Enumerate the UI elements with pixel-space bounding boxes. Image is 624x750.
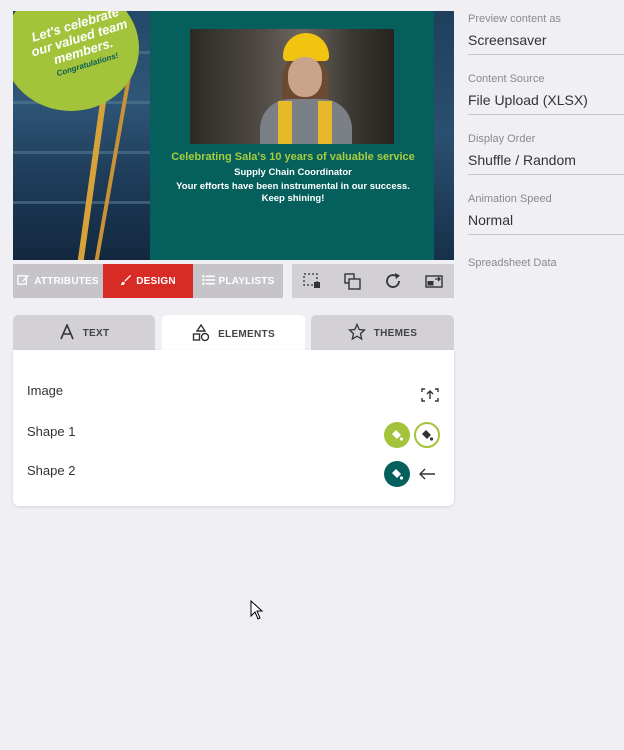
preview-role: Supply Chain Coordinator (234, 167, 352, 178)
swap-screen-icon[interactable] (422, 269, 446, 293)
element-row-image: Image (27, 383, 63, 398)
content-source-field: Content Source File Upload (XLSX) (468, 73, 624, 131)
tab-themes-label: THEMES (373, 327, 418, 339)
shapes-icon (192, 323, 210, 345)
tab-attributes-label: ATTRIBUTES (34, 275, 99, 287)
refresh-icon[interactable] (381, 269, 405, 293)
brush-icon (120, 274, 132, 289)
tab-elements-label: ELEMENTS (218, 328, 275, 340)
preview-message-line: Your efforts have been instrumental in o… (176, 181, 410, 192)
element-label: Image (27, 383, 64, 398)
tab-text[interactable]: TEXT (13, 315, 155, 351)
employee-photo (190, 29, 394, 144)
star-icon (347, 322, 366, 344)
arrow-left-icon[interactable] (414, 468, 440, 480)
field-label: Spreadsheet Data (468, 257, 557, 269)
elements-panel: Image Shape 1 Shape 2 (13, 350, 454, 506)
tab-design-label: DESIGN (136, 275, 176, 287)
tab-themes[interactable]: THEMES (311, 315, 454, 351)
settings-panel: Preview content as Screensaver Content S… (468, 11, 624, 315)
tab-attributes[interactable]: ATTRIBUTES (13, 264, 103, 298)
field-label: Display Order (468, 133, 536, 145)
fill-color-light-icon[interactable] (414, 422, 440, 448)
animation-speed-field: Animation Speed Normal (468, 193, 624, 251)
copy-icon[interactable] (341, 269, 365, 293)
element-tabs: TEXT ELEMENTS THEMES (13, 315, 454, 353)
element-shape-2-actions (384, 461, 440, 487)
preview-headline: Celebrating Sala's 10 years of valuable … (171, 151, 415, 163)
text-icon (59, 322, 75, 343)
fill-color-icon[interactable] (384, 461, 410, 487)
preview-message-line: Keep shining! (261, 193, 325, 204)
display-order-select[interactable]: Shuffle / Random (468, 147, 624, 175)
image-replace-icon[interactable] (420, 387, 440, 408)
field-label: Animation Speed (468, 193, 552, 205)
tab-playlists-label: PLAYLISTS (218, 275, 275, 287)
preview-content-field: Preview content as Screensaver (468, 13, 624, 71)
content-source-select[interactable]: File Upload (XLSX) (468, 87, 624, 115)
element-shape-1-actions (384, 422, 440, 448)
display-order-field: Display Order Shuffle / Random (468, 133, 624, 191)
preview-edge-image (434, 11, 454, 260)
design-toolbar: ATTRIBUTES DESIGN PLAYLISTS (13, 264, 283, 298)
field-label: Preview content as (468, 13, 561, 25)
mouse-cursor-icon (250, 599, 264, 625)
element-row-shape-1: Shape 1 (27, 424, 75, 439)
element-label: Shape 1 (27, 424, 76, 439)
tab-playlists[interactable]: PLAYLISTS (193, 264, 283, 298)
preview-message: Your efforts have been instrumental in o… (158, 181, 428, 205)
tab-text-label: TEXT (82, 327, 110, 339)
tab-elements[interactable]: ELEMENTS (162, 315, 305, 353)
preview-content-select[interactable]: Screensaver (468, 27, 624, 55)
select-region-icon[interactable] (300, 269, 324, 293)
field-label: Content Source (468, 73, 545, 85)
animation-speed-select[interactable]: Normal (468, 207, 624, 235)
spreadsheet-data-field: Spreadsheet Data (468, 257, 624, 315)
edit-icon (17, 273, 30, 289)
preview-actions (292, 264, 454, 298)
fill-color-icon[interactable] (384, 422, 410, 448)
element-row-shape-2: Shape 2 (27, 463, 75, 478)
content-preview: Let's celebrate our valued team members.… (13, 11, 454, 260)
element-label: Shape 2 (27, 463, 76, 478)
tab-design[interactable]: DESIGN (103, 264, 193, 298)
list-icon (201, 274, 215, 289)
element-image-actions (420, 387, 440, 408)
